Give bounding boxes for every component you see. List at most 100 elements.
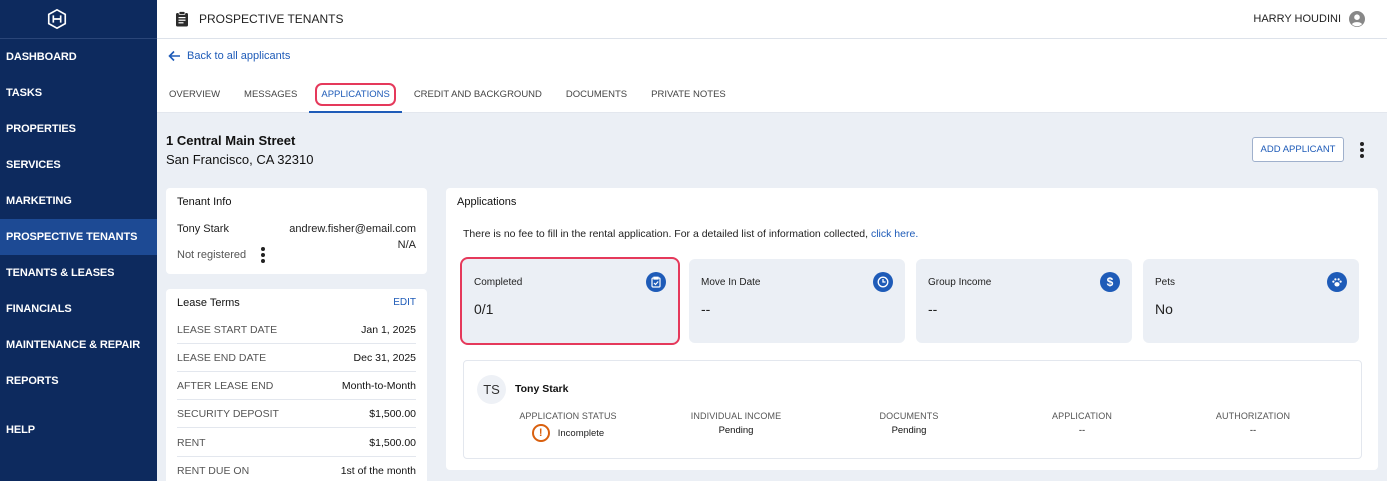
sidebar-item-tenants-leases[interactable]: TENANTS & LEASES <box>0 255 157 291</box>
tab-messages[interactable]: MESSAGES <box>232 80 309 113</box>
col-individual-income: INDIVIDUAL INCOME Pending <box>661 411 811 436</box>
sidebar-item-financials[interactable]: FINANCIALS <box>0 291 157 327</box>
fee-note-text: There is no fee to fill in the rental ap… <box>463 228 871 240</box>
col-header: AUTHORIZATION <box>1215 411 1291 421</box>
lease-terms-card: Lease Terms EDIT LEASE START DATE Jan 1, … <box>166 289 427 481</box>
tab-label: PRIVATE NOTES <box>651 89 726 100</box>
col-value: Pending <box>891 425 927 436</box>
info-link[interactable]: click here. <box>871 228 918 240</box>
topbar: PROSPECTIVE TENANTS HARRY HOUDINI <box>157 0 1387 39</box>
lease-row-key: LEASE START DATE <box>177 323 278 336</box>
col-value: -- <box>1078 425 1086 436</box>
clock-icon <box>873 272 893 292</box>
tab-applications[interactable]: APPLICATIONS <box>309 80 403 113</box>
tab-documents[interactable]: DOCUMENTS <box>554 80 639 113</box>
fee-note: There is no fee to fill in the rental ap… <box>463 228 918 240</box>
user-name[interactable]: HARRY HOUDINI <box>1253 13 1341 25</box>
lease-row: RENT $1,500.00 <box>177 429 416 457</box>
col-header: APPLICATION <box>1052 411 1112 421</box>
sidebar-item-reports[interactable]: REPORTS <box>0 363 157 399</box>
lease-row-key: RENT <box>177 436 206 449</box>
clipboard-check-icon <box>646 272 666 292</box>
stat-label: Pets <box>1155 277 1176 288</box>
sidebar-item-prospective-tenants[interactable]: PROSPECTIVE TENANTS <box>0 219 157 255</box>
tenant-email: andrew.fisher@email.com <box>289 223 416 235</box>
col-documents: DOCUMENTS Pending <box>834 411 984 436</box>
add-applicant-button[interactable]: ADD APPLICANT <box>1252 137 1344 162</box>
sidebar-item-marketing[interactable]: MARKETING <box>0 183 157 219</box>
sidebar-item-label: FINANCIALS <box>6 303 72 315</box>
tab-label: APPLICATIONS <box>315 83 396 106</box>
lease-terms-title: Lease Terms <box>177 297 240 309</box>
lease-row-key: LEASE END DATE <box>177 351 267 364</box>
stat-label: Move In Date <box>701 277 761 288</box>
property-city: San Francisco, CA 32310 <box>166 152 314 167</box>
paw-icon <box>1327 272 1347 292</box>
stat-value: -- <box>928 301 938 317</box>
stat-pets: Pets No <box>1143 259 1359 343</box>
dollar-icon: $ <box>1100 272 1120 292</box>
sidebar-item-label: PROPERTIES <box>6 123 76 135</box>
tab-overview[interactable]: OVERVIEW <box>157 80 232 113</box>
lease-row-key: SECURITY DEPOSIT <box>177 407 279 420</box>
col-header: APPLICATION STATUS <box>519 411 617 421</box>
col-header: DOCUMENTS <box>879 411 939 421</box>
lease-row-value: $1,500.00 <box>369 407 416 420</box>
status-value: Incomplete <box>557 427 605 439</box>
page-title: PROSPECTIVE TENANTS <box>199 12 344 26</box>
stat-move-in-date: Move In Date -- <box>689 259 905 343</box>
arrow-left-icon <box>168 50 180 62</box>
lease-row: AFTER LEASE END Month-to-Month <box>177 372 416 400</box>
sidebar-item-dashboard[interactable]: DASHBOARD <box>0 39 157 75</box>
avatar-icon[interactable] <box>1349 11 1365 27</box>
lease-row-key: AFTER LEASE END <box>177 379 274 392</box>
tenant-info-title: Tenant Info <box>177 196 232 208</box>
sidebar-item-label: SERVICES <box>6 159 61 171</box>
sidebar-item-label: MAINTENANCE & REPAIR <box>6 339 141 351</box>
sidebar-item-properties[interactable]: PROPERTIES <box>0 111 157 147</box>
stat-label: Group Income <box>928 277 992 288</box>
tab-credit-and-background[interactable]: CREDIT AND BACKGROUND <box>402 80 554 113</box>
stat-label: Completed <box>474 277 523 288</box>
logo-icon <box>47 8 66 30</box>
tab-label: MESSAGES <box>244 89 298 100</box>
tab-private-notes[interactable]: PRIVATE NOTES <box>639 80 738 113</box>
sidebar-item-maintenance-repair[interactable]: MAINTENANCE & REPAIR <box>0 327 157 363</box>
lease-row: SECURITY DEPOSIT $1,500.00 <box>177 400 416 428</box>
sidebar-item-label: PROSPECTIVE TENANTS <box>6 231 138 243</box>
sidebar-item-label: REPORTS <box>6 375 59 387</box>
applicant-avatar: TS <box>477 375 506 404</box>
warning-icon: ! <box>531 424 550 442</box>
stat-value: -- <box>701 301 711 317</box>
back-link-label: Back to all applicants <box>187 50 291 62</box>
sidebar-item-label: HELP <box>6 424 35 436</box>
applicant-name: Tony Stark <box>515 383 569 395</box>
tenant-options-icon[interactable] <box>261 247 265 263</box>
back-link[interactable]: Back to all applicants <box>168 50 290 62</box>
sidebar: DASHBOARD TASKS PROPERTIES SERVICES MARK… <box>0 0 157 481</box>
sidebar-item-help[interactable]: HELP <box>0 412 157 448</box>
lease-row: LEASE END DATE Dec 31, 2025 <box>177 344 416 372</box>
registration-status: Not registered <box>177 249 247 261</box>
edit-lease-link[interactable]: EDIT <box>393 297 416 308</box>
tab-label: CREDIT AND BACKGROUND <box>413 89 542 100</box>
sidebar-item-tasks[interactable]: TASKS <box>0 75 157 111</box>
lease-row: RENT DUE ON 1st of the month <box>177 457 416 481</box>
tenant-name: Tony Stark <box>177 223 229 235</box>
sidebar-nav: DASHBOARD TASKS PROPERTIES SERVICES MARK… <box>0 39 157 448</box>
main-content: 1 Central Main Street San Francisco, CA … <box>157 113 1387 481</box>
sidebar-item-label: TENANTS & LEASES <box>6 267 115 279</box>
tenant-info-card: Tenant Info Tony Stark andrew.fisher@ema… <box>166 188 427 274</box>
sidebar-item-label: TASKS <box>6 87 42 99</box>
tabs: OVERVIEW MESSAGES APPLICATIONS CREDIT AN… <box>157 80 738 113</box>
sidebar-item-services[interactable]: SERVICES <box>0 147 157 183</box>
sidebar-item-label: MARKETING <box>6 195 72 207</box>
applicant-row[interactable]: TS Tony Stark APPLICATION STATUS ! Incom… <box>463 360 1362 459</box>
subheader: Back to all applicants OVERVIEW MESSAGES… <box>157 39 1387 113</box>
col-header: INDIVIDUAL INCOME <box>690 411 782 421</box>
more-options-icon[interactable] <box>1360 142 1364 158</box>
logo[interactable] <box>0 0 157 39</box>
lease-row-value: Dec 31, 2025 <box>353 351 416 364</box>
col-value: Pending <box>718 425 754 436</box>
clipboard-icon <box>176 11 188 27</box>
